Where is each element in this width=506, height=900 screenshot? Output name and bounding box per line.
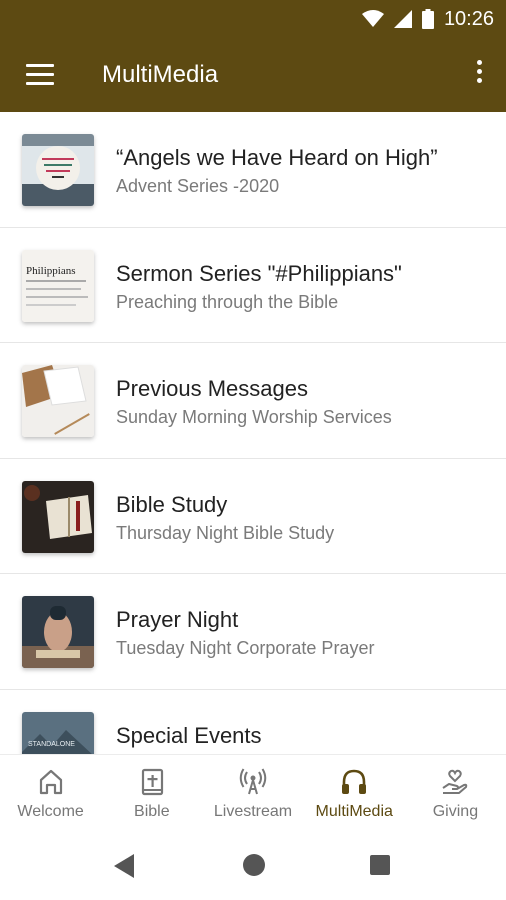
back-icon[interactable] xyxy=(114,854,136,878)
tab-label: Giving xyxy=(432,803,479,820)
recent-apps-icon[interactable] xyxy=(370,855,390,875)
item-title: Prayer Night xyxy=(116,607,239,632)
item-thumbnail xyxy=(22,480,94,553)
thumbnail-text: Philippians xyxy=(26,265,76,277)
giving-hand-icon xyxy=(442,769,468,794)
item-thumbnail: Philippians xyxy=(22,249,94,322)
bible-icon xyxy=(141,768,163,796)
app-bar: MultiMedia xyxy=(0,38,506,112)
item-subtitle: Preaching through the Bible xyxy=(116,291,339,312)
menu-icon[interactable] xyxy=(26,64,54,86)
item-subtitle: Advent Series -2020 xyxy=(116,176,280,196)
tab-label: Welcome xyxy=(17,803,84,820)
item-subtitle: Sunday Morning Worship Services xyxy=(116,407,392,427)
status-icons: 10:26 xyxy=(361,8,494,30)
cellular-signal-icon xyxy=(393,10,412,28)
media-list: “Angels we Have Heard on High” Advent Se… xyxy=(0,112,506,754)
item-thumbnail xyxy=(22,596,94,668)
battery-icon xyxy=(421,9,434,29)
list-item[interactable]: Prayer Night Tuesday Night Corporate Pra… xyxy=(0,574,506,690)
page-title: MultiMedia xyxy=(102,61,219,88)
item-subtitle: Tuesday Night Corporate Prayer xyxy=(116,638,375,658)
bottom-navigation: Welcome Bible Livestream MultiMedia Givi… xyxy=(0,754,506,834)
item-title: Sermon Series "#Philippians" xyxy=(116,260,402,286)
home-button-icon[interactable] xyxy=(243,854,265,876)
tab-livestream[interactable]: Livestream xyxy=(202,755,303,834)
item-thumbnail xyxy=(22,134,94,206)
home-icon xyxy=(39,769,62,795)
tab-giving[interactable]: Giving xyxy=(405,755,506,834)
tab-bible[interactable]: Bible xyxy=(101,755,202,834)
tab-label: MultiMedia xyxy=(315,803,393,820)
item-title: Bible Study xyxy=(116,491,228,517)
item-thumbnail: STANDALONE xyxy=(22,711,94,754)
list-item[interactable]: Previous Messages Sunday Morning Worship… xyxy=(0,343,506,459)
tab-multimedia[interactable]: MultiMedia xyxy=(304,755,405,834)
more-options-icon[interactable] xyxy=(474,60,484,90)
item-thumbnail xyxy=(22,365,94,437)
list-item[interactable]: Bible Study Thursday Night Bible Study xyxy=(0,459,506,574)
list-item[interactable]: STANDALONE Special Events xyxy=(0,690,506,754)
item-subtitle: Thursday Night Bible Study xyxy=(116,522,335,543)
item-title: “Angels we Have Heard on High” xyxy=(116,145,438,170)
item-title: Previous Messages xyxy=(116,376,308,401)
broadcast-icon xyxy=(239,768,267,795)
item-title: Special Events xyxy=(116,722,262,748)
tab-label: Livestream xyxy=(213,803,293,820)
list-item[interactable]: “Angels we Have Heard on High” Advent Se… xyxy=(0,112,506,228)
system-navigation-bar xyxy=(0,834,506,900)
tab-label: Bible xyxy=(134,803,170,820)
list-item[interactable]: Philippians Sermon Series "#Philippians"… xyxy=(0,228,506,343)
tab-welcome[interactable]: Welcome xyxy=(0,755,101,834)
wifi-icon xyxy=(361,10,384,27)
status-bar: 10:26 xyxy=(0,0,506,38)
status-time: 10:26 xyxy=(443,8,494,30)
thumbnail-text: STANDALONE xyxy=(28,741,75,748)
headphones-icon xyxy=(342,769,367,794)
top-bar: 10:26 MultiMedia xyxy=(0,0,506,112)
